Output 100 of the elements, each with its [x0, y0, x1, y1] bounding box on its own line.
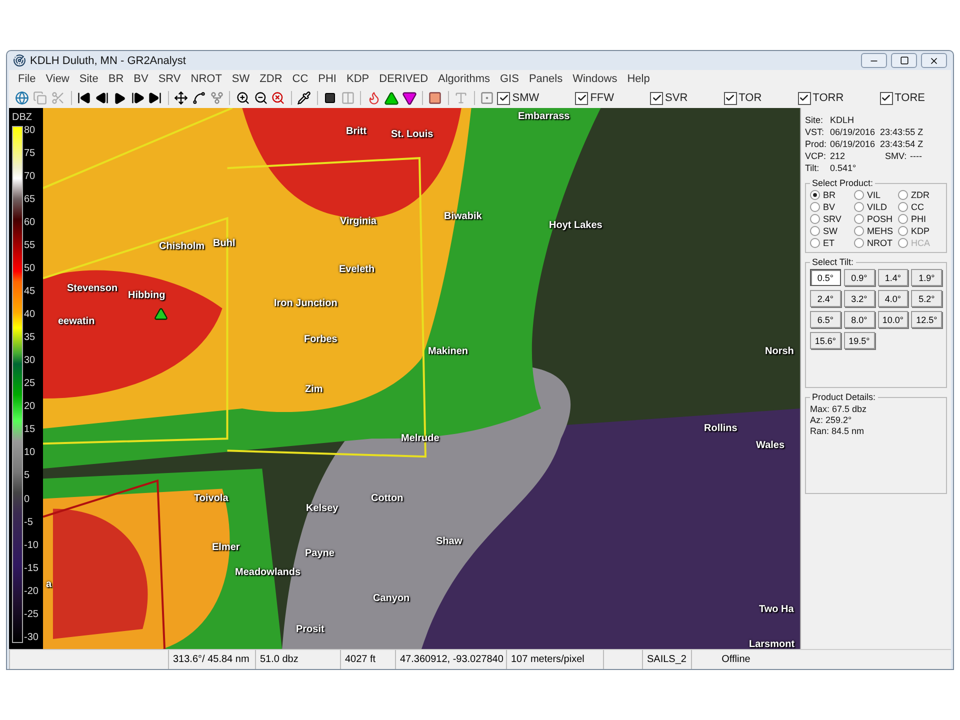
scale-tick: 30	[24, 356, 36, 366]
tilt-button[interactable]: 1.9°	[911, 269, 942, 286]
warning-checkbox[interactable]: TORR	[798, 92, 844, 104]
menu-item[interactable]: KDP	[342, 73, 374, 85]
info-label: VCP:	[805, 150, 828, 162]
place-label: Britt	[346, 126, 367, 137]
menu-item[interactable]: SW	[226, 73, 255, 85]
menu-item[interactable]: GIS	[495, 73, 524, 85]
product-radio[interactable]: BV	[810, 202, 854, 212]
scale-tick: 5	[24, 471, 31, 482]
tilt-button[interactable]: 15.6°	[810, 332, 841, 349]
status-height: 4027 ft	[340, 650, 395, 669]
frame-icon[interactable]	[479, 90, 494, 106]
scale-tick: 75	[24, 149, 36, 160]
menu-item[interactable]: Windows	[568, 73, 622, 85]
menu-item[interactable]: BR	[103, 73, 129, 85]
product-radio[interactable]: PHI	[898, 214, 942, 224]
menu-item[interactable]: Panels	[524, 73, 568, 85]
info-value: ----	[910, 150, 922, 162]
menu-item[interactable]: Help	[622, 73, 655, 85]
tilt-button[interactable]: 4.0°	[878, 290, 908, 307]
panel-icon[interactable]	[428, 90, 443, 106]
tilt-button[interactable]: 2.4°	[810, 290, 841, 307]
tilt-button[interactable]: 10.0°	[878, 311, 908, 328]
menu-item[interactable]: NROT	[186, 73, 227, 85]
checkmark-icon	[498, 93, 509, 103]
info-label: Tilt:	[805, 162, 820, 174]
warning-checkbox[interactable]: TOR	[724, 92, 762, 104]
tilt-button[interactable]: 5.2°	[911, 290, 942, 307]
product-radio[interactable]: ZDR	[898, 190, 942, 200]
tilt-button[interactable]: 3.2°	[844, 290, 874, 307]
product-radio[interactable]: VIL	[854, 190, 898, 200]
scale-tick: 60	[24, 218, 36, 228]
tilt-button[interactable]: 12.5°	[911, 311, 942, 328]
checkmark-icon	[799, 93, 810, 103]
tilt-button[interactable]: 0.5°	[810, 269, 841, 286]
warning-checkbox[interactable]: FFW	[575, 92, 614, 104]
zoom-reset-icon[interactable]	[271, 90, 286, 106]
product-radio[interactable]: SW	[810, 226, 854, 236]
pipette-icon[interactable]	[296, 90, 312, 106]
zoom-out-icon[interactable]	[253, 90, 268, 106]
menu-item[interactable]: PHI	[313, 73, 342, 85]
maximize-button[interactable]	[891, 53, 917, 68]
place-label: Payne	[305, 548, 334, 559]
product-radio[interactable]: BR	[810, 190, 854, 200]
step-back-icon[interactable]	[94, 90, 110, 106]
zoom-in-icon[interactable]	[235, 90, 250, 106]
tilt-button[interactable]: 0.9°	[844, 269, 874, 286]
tilt-button[interactable]: 1.4°	[878, 269, 908, 286]
detail-line: Ran: 84.5 nm	[810, 426, 866, 437]
product-radio[interactable]: CC	[898, 202, 942, 212]
info-label: SMV:	[885, 150, 908, 162]
menu-item[interactable]: CC	[287, 73, 314, 85]
place-label: Cotton	[371, 493, 404, 504]
scale-tick: 70	[24, 172, 36, 182]
tilt-button[interactable]: 8.0°	[844, 311, 874, 328]
menu-item[interactable]: Site	[74, 73, 104, 85]
warning-checkbox[interactable]: TORE	[880, 92, 925, 104]
inverted-triangle-icon[interactable]	[402, 90, 417, 106]
product-radio[interactable]: ET	[810, 238, 854, 248]
menu-item[interactable]: Algorithms	[433, 73, 495, 85]
place-label: Larsmont	[749, 639, 795, 649]
product-radio[interactable]: KDP	[898, 226, 942, 236]
scale-tick: -25	[24, 610, 38, 620]
warning-checkbox[interactable]: SVR	[650, 92, 688, 104]
scale-tick: 65	[24, 195, 36, 206]
group-title: Select Product:	[811, 178, 874, 188]
menu-item[interactable]: File	[13, 73, 41, 85]
status-mode: SAILS_2	[642, 650, 691, 669]
menu-item[interactable]: DERIVED	[374, 73, 434, 85]
checkmark-icon	[725, 93, 736, 103]
triangle-icon[interactable]	[384, 90, 399, 106]
info-value: KDLH	[830, 114, 856, 126]
tilt-button[interactable]: 6.5°	[810, 311, 841, 328]
scale-tick: -20	[24, 586, 38, 597]
menu-item[interactable]: View	[40, 73, 74, 85]
warning-checkbox[interactable]: SMW	[497, 92, 540, 104]
product-radio[interactable]: NROT	[854, 238, 898, 248]
place-label: Forbes	[304, 334, 338, 345]
menu-item[interactable]: SRV	[153, 73, 186, 85]
step-forward-icon[interactable]	[130, 90, 145, 106]
close-button[interactable]	[921, 53, 947, 68]
product-radio[interactable]: VILD	[854, 202, 898, 212]
place-label: a	[46, 579, 52, 590]
menu-item[interactable]: BV	[128, 73, 154, 85]
move-icon[interactable]	[174, 90, 189, 106]
tilt-button[interactable]: 19.5°	[844, 332, 874, 349]
scale-tick: 15	[24, 425, 36, 436]
product-radio[interactable]: SRV	[810, 214, 854, 224]
status-value: 51.0 dbz	[255, 650, 340, 669]
line-tool-icon[interactable]	[192, 90, 206, 106]
globe-icon[interactable]	[15, 90, 30, 106]
place-label: Norsh	[765, 346, 794, 357]
place-label: Shaw	[436, 536, 462, 547]
info-value: 212	[830, 150, 846, 162]
product-radio[interactable]: POSH	[854, 214, 898, 224]
scale-tick: 35	[24, 333, 36, 344]
menu-item[interactable]: ZDR	[254, 73, 288, 85]
product-radio[interactable]: MEHS	[854, 226, 898, 236]
place-label: Embarrass	[518, 111, 570, 122]
